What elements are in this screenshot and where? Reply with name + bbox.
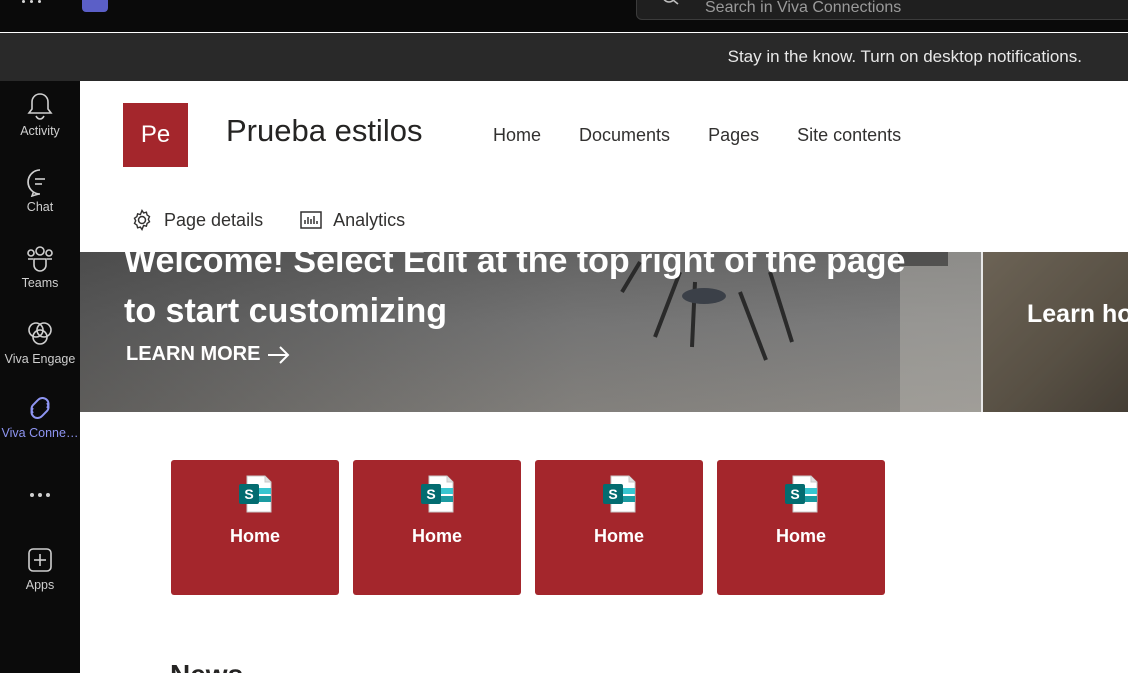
sharepoint-icon: S xyxy=(785,475,818,513)
sharepoint-icon: S xyxy=(421,475,454,513)
rail-item-label: Activity xyxy=(20,124,60,138)
left-rail: Activity Chat Teams Viva Engage Viva Con… xyxy=(0,81,80,673)
rail-item-label: Chat xyxy=(26,200,54,214)
hero-secondary[interactable]: Learn how to use web parts xyxy=(983,252,1128,412)
rail-item-apps[interactable]: Apps xyxy=(0,545,80,609)
analytics-button[interactable]: Analytics xyxy=(299,208,405,232)
rail-item-teams[interactable]: Teams xyxy=(0,243,80,307)
rail-item-label: Viva Engage xyxy=(4,352,76,366)
svg-text:S: S xyxy=(608,486,617,502)
svg-text:S: S xyxy=(790,486,799,502)
svg-text:S: S xyxy=(426,486,435,502)
site-title[interactable]: Prueba estilos xyxy=(226,113,422,149)
learn-more-link[interactable]: LEARN MORE xyxy=(126,343,292,366)
quick-link-label: Home xyxy=(229,526,280,546)
rail-item-viva-connections[interactable]: Viva Conne… xyxy=(0,393,80,457)
nav-site-contents[interactable]: Site contents xyxy=(797,125,901,146)
viva-engage-icon xyxy=(28,322,52,345)
notification-bar[interactable]: Stay in the know. Turn on desktop notifi… xyxy=(0,33,1128,81)
analytics-label: Analytics xyxy=(333,209,406,230)
teams-icon xyxy=(27,246,53,272)
rail-item-activity[interactable]: Activity xyxy=(0,91,80,155)
rail-item-chat[interactable]: Chat xyxy=(0,167,80,231)
rail-item-more[interactable] xyxy=(0,481,80,511)
search-input[interactable]: Search in Viva Connections xyxy=(705,0,901,17)
nav-documents[interactable]: Documents xyxy=(579,125,670,146)
quick-link-tile[interactable]: S Home xyxy=(171,460,339,595)
top-bar: Search in Viva Connections xyxy=(0,0,1128,32)
nav-home[interactable]: Home xyxy=(493,125,541,146)
quick-link-tile[interactable]: S Home xyxy=(353,460,521,595)
bell-icon xyxy=(27,93,53,120)
more-icon xyxy=(30,493,50,497)
learn-more-label: LEARN MORE xyxy=(126,343,261,365)
viva-connections-icon xyxy=(30,397,50,419)
hero-title[interactable]: Welcome! Select Edit at the top right of… xyxy=(124,252,944,336)
gear-icon xyxy=(133,209,151,231)
hero-main[interactable]: Welcome! Select Edit at the top right of… xyxy=(80,252,981,412)
quick-link-label: Home xyxy=(775,526,826,546)
notification-text[interactable]: Stay in the know. Turn on desktop notifi… xyxy=(728,47,1082,67)
search-box[interactable]: Search in Viva Connections xyxy=(636,0,1128,20)
quick-link-tile[interactable]: S Home xyxy=(717,460,885,595)
page-details-button[interactable]: Page details xyxy=(130,208,263,232)
quick-link-label: Home xyxy=(593,526,644,546)
svg-text:S: S xyxy=(244,486,253,502)
rail-item-label: Viva Conne… xyxy=(1,426,79,440)
analytics-icon xyxy=(300,211,322,229)
quick-link-tile[interactable]: S Home xyxy=(535,460,703,595)
arrow-right-icon xyxy=(268,345,290,364)
search-icon xyxy=(663,0,679,5)
rail-item-viva-engage[interactable]: Viva Engage xyxy=(0,319,80,383)
app-launcher-icon[interactable] xyxy=(22,0,46,10)
chat-icon xyxy=(27,169,45,197)
sharepoint-icon: S xyxy=(603,475,636,513)
page-details-label: Page details xyxy=(164,209,264,230)
site-content: Pe Prueba estilos Home Documents Pages S… xyxy=(80,81,1128,673)
quick-link-label: Home xyxy=(411,526,462,546)
sharepoint-icon: S xyxy=(239,475,272,513)
quick-links: S Home S Home S Home S Home xyxy=(171,460,885,595)
rail-item-label: Apps xyxy=(25,578,55,592)
teams-logo-icon xyxy=(82,0,108,12)
rail-item-label: Teams xyxy=(21,276,59,290)
command-bar: Page details Analytics xyxy=(130,208,405,232)
site-nav: Home Documents Pages Site contents xyxy=(493,125,901,146)
nav-pages[interactable]: Pages xyxy=(708,125,759,146)
hero-secondary-title[interactable]: Learn how to use web parts xyxy=(1027,296,1128,332)
apps-icon xyxy=(28,548,52,572)
site-logo[interactable]: Pe xyxy=(123,103,188,167)
news-heading: News xyxy=(170,659,243,673)
